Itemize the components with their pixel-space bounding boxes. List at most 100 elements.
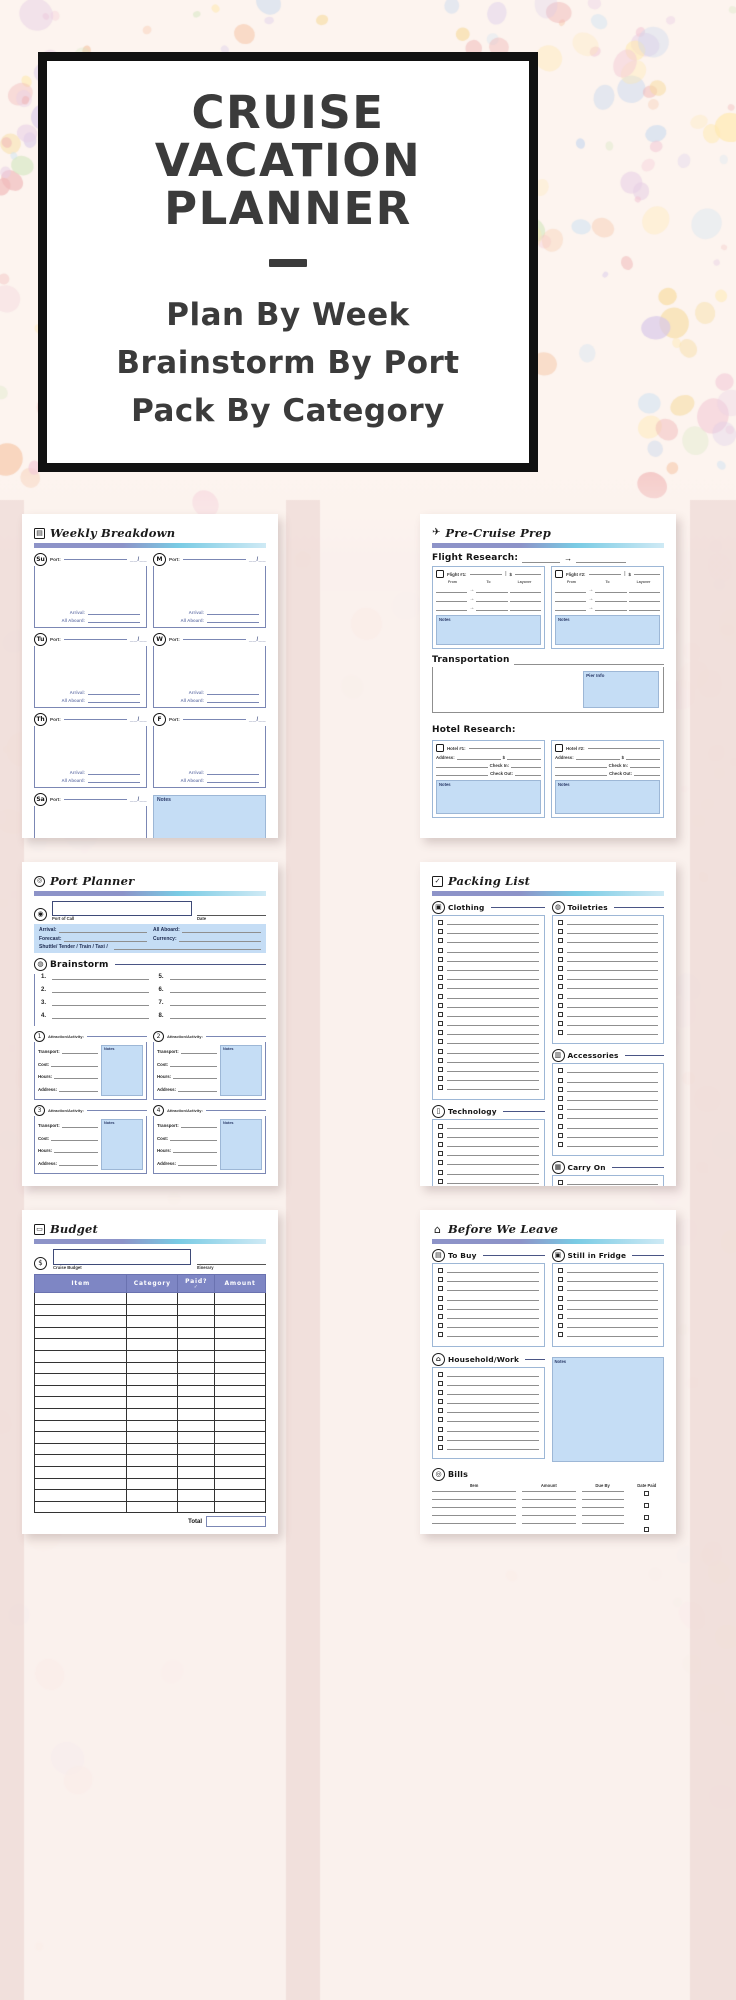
write-in-line[interactable] [566, 1015, 658, 1017]
write-in-line[interactable] [566, 1090, 658, 1092]
checkbox-icon[interactable] [438, 956, 443, 962]
checklist-row[interactable] [438, 929, 539, 935]
write-in-line[interactable] [447, 1439, 539, 1441]
checklist-row[interactable] [438, 1132, 539, 1138]
budget-cell[interactable] [33, 1326, 128, 1340]
budget-cell[interactable] [177, 1454, 216, 1467]
day-notes-area[interactable]: Arrival: All Aboard: [34, 566, 147, 628]
write-in-line[interactable] [447, 1089, 539, 1091]
budget-cell[interactable] [214, 1349, 266, 1363]
budget-cell[interactable] [177, 1407, 216, 1421]
budget-cell[interactable] [33, 1338, 128, 1351]
checkbox-icon[interactable] [438, 1123, 443, 1129]
day-notes-area[interactable]: Arrival: All Aboard: [153, 566, 266, 628]
budget-cell[interactable] [126, 1373, 179, 1386]
write-in-line[interactable] [566, 969, 658, 971]
write-in-line[interactable] [447, 979, 539, 981]
budget-cell[interactable] [126, 1384, 179, 1398]
flight-leg[interactable]: → [436, 588, 541, 593]
flight-card-2[interactable]: Flight #2: | $ From To Layover → → → Not… [551, 566, 664, 649]
budget-cell[interactable] [214, 1465, 266, 1479]
write-in-line[interactable] [447, 1421, 539, 1423]
total-input[interactable] [206, 1516, 266, 1528]
pier-info-area[interactable]: Pier Info [583, 671, 659, 708]
write-in-line[interactable] [447, 942, 539, 944]
checkbox-icon[interactable] [438, 1151, 443, 1157]
page-packing-list[interactable]: ✓ Packing List ▣ Clothing ▯ Technology ◍… [420, 862, 676, 1186]
budget-cell[interactable] [126, 1303, 179, 1317]
day-cell-th[interactable]: Th Port: __/__ Arrival: All Aboard: [34, 713, 147, 788]
budget-table-row[interactable] [33, 1373, 266, 1386]
budget-cell[interactable] [177, 1419, 216, 1433]
bills-write-in-line[interactable] [581, 1490, 624, 1492]
budget-cell[interactable] [177, 1349, 216, 1363]
write-in-line[interactable] [447, 1375, 539, 1377]
budget-cell[interactable] [33, 1384, 128, 1398]
brainstorm-line[interactable]: 4. [41, 1013, 149, 1019]
checklist-row[interactable] [438, 1417, 539, 1423]
checklist-row[interactable] [557, 1141, 658, 1147]
budget-cell[interactable] [33, 1292, 128, 1305]
write-in-line[interactable] [566, 1127, 658, 1129]
write-in-line[interactable] [447, 1025, 539, 1027]
bills-write-in-line[interactable] [581, 1522, 624, 1524]
write-in-line[interactable] [566, 1006, 658, 1008]
budget-cell[interactable] [177, 1431, 216, 1444]
checkbox-icon[interactable] [438, 1178, 443, 1184]
budget-cell[interactable] [214, 1477, 266, 1491]
attraction-notes-area[interactable]: Notes [101, 1119, 143, 1170]
checkbox-icon[interactable] [438, 1323, 443, 1329]
budget-cell[interactable] [33, 1419, 128, 1433]
day-cell-f[interactable]: F Port: __/__ Arrival: All Aboard: [153, 713, 266, 788]
checkbox-icon[interactable] [557, 1268, 563, 1273]
budget-table-row[interactable] [33, 1454, 266, 1467]
flight-leg[interactable]: → [555, 588, 660, 593]
checklist-row[interactable] [438, 1277, 539, 1283]
budget-cell[interactable] [177, 1373, 216, 1386]
attraction-notes-area[interactable]: Notes [101, 1045, 143, 1096]
checklist-row[interactable] [438, 1160, 539, 1166]
checklist-row[interactable] [438, 1057, 539, 1063]
write-in-line[interactable] [447, 924, 539, 925]
write-in-line[interactable] [447, 1384, 539, 1386]
write-in-line[interactable] [447, 1127, 539, 1129]
page-budget[interactable]: ▭ Budget $ Cruise Budget Itinerary Item … [22, 1210, 278, 1534]
checklist-row[interactable] [438, 1445, 539, 1450]
checklist-row[interactable] [438, 1332, 539, 1338]
checklist-row[interactable] [557, 1011, 658, 1017]
checkbox-icon[interactable] [438, 1021, 443, 1027]
brainstorm-line[interactable]: 8. [159, 1013, 266, 1019]
budget-cell[interactable] [126, 1431, 179, 1444]
budget-cell[interactable] [177, 1338, 216, 1351]
day-cell-sa[interactable]: Sa Port: __/__ Arrival: All Aboard: [34, 793, 147, 838]
budget-cell[interactable] [33, 1349, 128, 1363]
budget-cell[interactable] [33, 1489, 128, 1502]
checkbox-icon[interactable] [438, 1435, 443, 1441]
write-in-line[interactable] [447, 1136, 539, 1138]
day-notes-area[interactable]: Arrival: All Aboard: [34, 806, 147, 838]
budget-table-row[interactable] [33, 1303, 266, 1317]
hotel-2-checkbox[interactable] [555, 744, 563, 752]
budget-cell[interactable] [214, 1442, 266, 1456]
checklist-row[interactable] [557, 1086, 658, 1092]
checkbox-icon[interactable] [438, 1380, 443, 1386]
checklist-row[interactable] [557, 920, 658, 925]
checkbox-icon[interactable] [557, 1141, 563, 1147]
checkbox-icon[interactable] [438, 993, 443, 999]
write-in-line[interactable] [566, 1136, 658, 1138]
write-in-line[interactable] [566, 979, 658, 981]
bills-write-in-line[interactable] [432, 1498, 517, 1500]
budget-cell[interactable] [126, 1465, 179, 1479]
write-in-line[interactable] [566, 1336, 658, 1338]
checkbox-icon[interactable] [438, 1286, 443, 1292]
checklist-row[interactable] [557, 947, 658, 953]
hotel-notes-area[interactable]: Notes [555, 780, 660, 814]
checkbox-icon[interactable] [557, 938, 563, 944]
write-in-line[interactable] [447, 1403, 539, 1405]
bills-table[interactable]: Item Amount Due By Date Paid [432, 1483, 664, 1535]
write-in-line[interactable] [566, 1317, 658, 1319]
checkbox-icon[interactable] [557, 1021, 563, 1027]
bills-write-in-line[interactable] [522, 1506, 576, 1508]
checklist-row[interactable] [438, 1268, 539, 1273]
budget-table-row[interactable] [33, 1338, 266, 1351]
